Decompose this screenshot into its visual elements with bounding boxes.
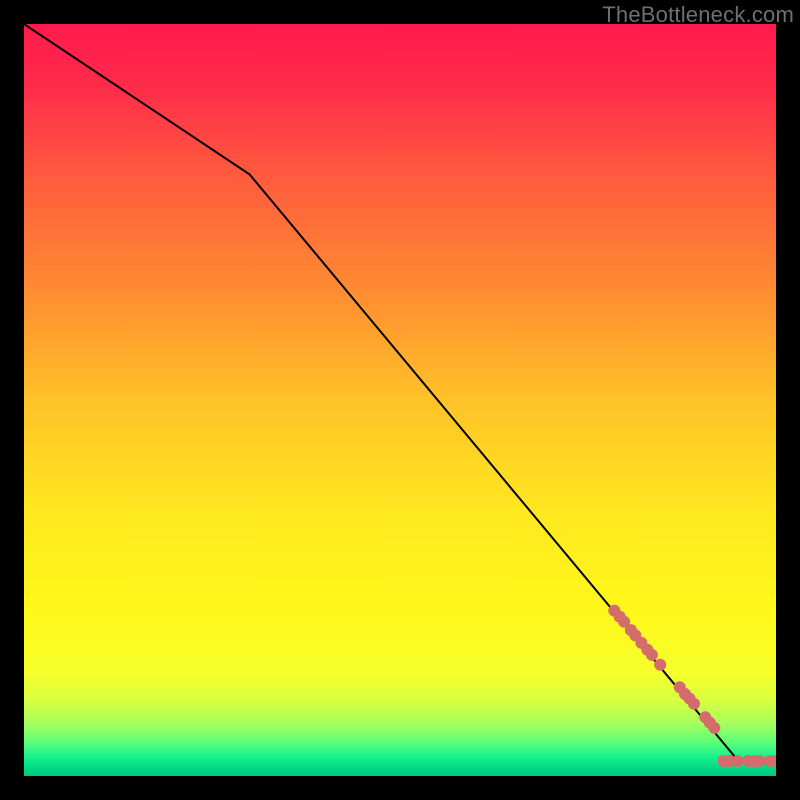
- scatter-point: [654, 659, 666, 671]
- chart-plot: [24, 24, 776, 776]
- scatter-point: [646, 649, 658, 661]
- scatter-point: [754, 755, 766, 767]
- scatter-point: [688, 698, 700, 710]
- scatter-point: [732, 755, 744, 767]
- scatter-point: [708, 722, 720, 734]
- chart-frame: [24, 24, 776, 776]
